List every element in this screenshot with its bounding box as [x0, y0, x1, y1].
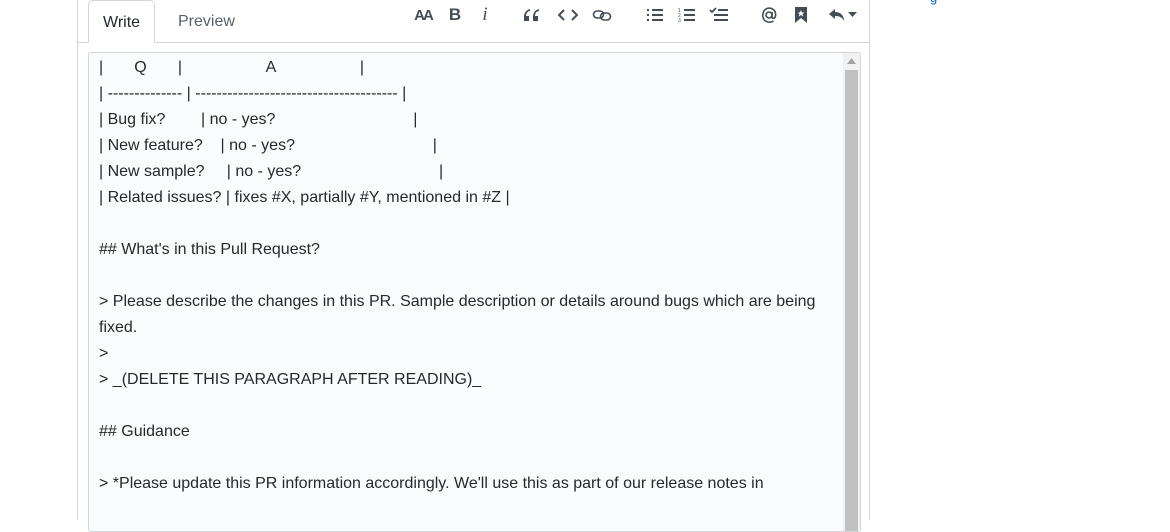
- editor-line: >: [99, 345, 109, 362]
- editor-line: | New sample? | no - yes? |: [99, 163, 444, 180]
- editor-tabbar: Write Preview AA B i 1 2 3: [78, 0, 869, 43]
- scroll-up-arrow-icon[interactable]: [843, 53, 860, 69]
- link-icon: [592, 10, 612, 21]
- editor-line: ## Guidance: [99, 423, 190, 440]
- numbered-list-button[interactable]: 1 2 3: [675, 4, 699, 26]
- tab-preview[interactable]: Preview: [164, 0, 249, 43]
- heading-button[interactable]: AA: [410, 4, 436, 26]
- code-icon: [558, 9, 578, 21]
- editor-line: > *Please update this PR information acc…: [99, 475, 764, 492]
- saved-replies-button[interactable]: [789, 4, 813, 26]
- mention-button[interactable]: [757, 4, 781, 26]
- editor-line: | Related issues? | fixes #X, partially …: [99, 189, 510, 206]
- quote-icon: [524, 9, 539, 21]
- task-list-button[interactable]: [707, 4, 731, 26]
- italic-button[interactable]: i: [473, 4, 497, 26]
- sidebar-link[interactable]: g: [930, 0, 937, 5]
- editor-content[interactable]: | Q | A | | -------------- | ------------…: [99, 55, 829, 497]
- scroll-thumb[interactable]: [845, 70, 858, 531]
- comment-textarea[interactable]: | Q | A | | -------------- | ------------…: [88, 52, 861, 532]
- link-button[interactable]: [590, 4, 614, 26]
- reply-icon: [828, 9, 844, 21]
- italic-icon: i: [482, 4, 488, 25]
- reply-menu-button[interactable]: [825, 4, 859, 26]
- tab-write[interactable]: Write: [88, 0, 156, 43]
- editor-line: > Please describe the changes in this PR…: [99, 293, 820, 336]
- mention-icon: [762, 7, 777, 24]
- editor-scrollbar[interactable]: [843, 53, 860, 531]
- bulleted-list-button[interactable]: [643, 4, 667, 26]
- editor-line: | Q | A |: [99, 59, 364, 76]
- editor-line: | New feature? | no - yes? |: [99, 137, 437, 154]
- svg-text:3: 3: [678, 18, 681, 23]
- editor-line: | Bug fix? | no - yes? |: [99, 111, 418, 128]
- quote-button[interactable]: [520, 4, 544, 26]
- editor-line: | -------------- | ---------------------…: [99, 85, 407, 102]
- heading-icon: AA: [414, 6, 434, 24]
- chevron-down-icon: [847, 12, 857, 17]
- task-list-icon: [709, 7, 728, 21]
- bold-button[interactable]: B: [443, 4, 467, 26]
- comment-editor-panel: Write Preview AA B i 1 2 3 | Q | A | | -…: [77, 0, 870, 532]
- bookmark-icon: [795, 7, 807, 23]
- numbered-list-icon: 1 2 3: [678, 8, 695, 23]
- code-button[interactable]: [556, 4, 580, 26]
- bulleted-list-icon: [647, 9, 663, 21]
- editor-line: > _(DELETE THIS PARAGRAPH AFTER READING)…: [99, 371, 482, 388]
- editor-line: ## What's in this Pull Request?: [99, 241, 320, 258]
- bold-icon: B: [448, 5, 462, 24]
